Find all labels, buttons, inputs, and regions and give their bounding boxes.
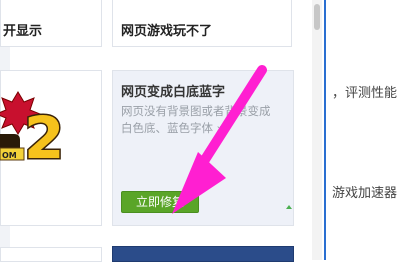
fix-card-more-link[interactable]: » — [217, 121, 224, 135]
fix-card-desc-line1: 网页没有背景图或者背景变成 — [121, 104, 271, 118]
left-top-card-title: 开显示 — [3, 24, 43, 39]
fix-card-description: 网页没有背景图或者背景变成 白色底、蓝色字体 » — [121, 103, 285, 137]
game-logo-number: 2 — [24, 104, 64, 168]
vertical-scrollbar[interactable] — [312, 0, 322, 260]
corner-triangle-icon — [286, 205, 292, 209]
game-logo-icon[interactable]: OM 2 — [0, 88, 96, 168]
middle-top-card-title: 网页游戏玩不了 — [121, 24, 213, 39]
scrollbar-thumb[interactable] — [314, 4, 320, 30]
right-text-performance: ，评测性能 — [332, 86, 398, 101]
left-top-card[interactable]: 开显示 — [0, 0, 102, 47]
middle-top-card[interactable]: 网页游戏玩不了 — [112, 0, 292, 47]
fix-now-button[interactable]: 立即修复 — [121, 191, 199, 213]
panel-divider — [324, 0, 326, 260]
fix-card[interactable]: 网页变成白底蓝字 网页没有背景图或者背景变成 白色底、蓝色字体 » 立即修复 — [112, 70, 294, 226]
fix-card-title: 网页变成白底蓝字 — [121, 85, 226, 100]
game-logo-subtext: OM — [2, 151, 17, 160]
right-text-accelerator: 游戏加速器 — [332, 186, 398, 201]
fix-card-desc-line2: 白色底、蓝色字体 — [121, 121, 213, 135]
